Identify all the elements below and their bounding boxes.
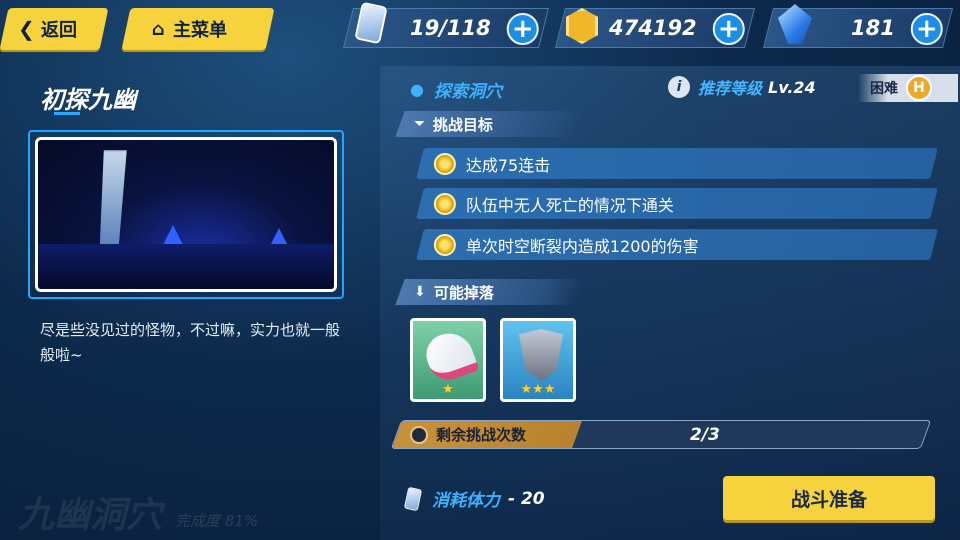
location-pin-icon: ● [410, 80, 424, 99]
cost-value: - 20 [508, 488, 545, 509]
gold-value: 474192 [609, 16, 697, 40]
medal-icon [434, 192, 456, 215]
drop-item-helmet[interactable]: ★ [410, 318, 486, 402]
objective-text: 达成75连击 [466, 155, 551, 175]
objective-item: 单次时空断裂内造成1200的伤害 [416, 229, 938, 260]
recommended-value: Lv.24 [768, 77, 816, 97]
attempts-label: 剩余挑战次数 [436, 426, 527, 444]
stage-title: 初探九幽 [40, 86, 136, 114]
attempts-row: 剩余挑战次数 [410, 424, 526, 445]
drop-stars: ★ [442, 382, 454, 397]
objectives-header: ⏷ 挑战目标 [395, 111, 585, 137]
difficulty-indicator: 困难 H [858, 74, 958, 102]
chevron-left-icon: ❮ [18, 17, 35, 41]
stamina-icon [403, 486, 423, 511]
add-stamina-button[interactable]: + [506, 13, 539, 45]
drops-title: 可能掉落 [433, 283, 494, 302]
down-arrow-icon: ⬇ [414, 284, 426, 300]
objective-item: 达成75连击 [416, 148, 938, 179]
cave-crystals [163, 225, 183, 245]
add-gold-button[interactable]: + [712, 13, 745, 45]
medal-icon [434, 233, 456, 256]
clock-icon [410, 425, 428, 444]
attempts-value: 2/3 [690, 425, 720, 445]
info-icon[interactable]: i [668, 76, 690, 98]
stamina-value: 19/118 [410, 16, 491, 40]
cost-label: 消耗体力 [432, 491, 500, 511]
main-menu-label: 主菜单 [172, 20, 227, 41]
home-icon: ⌂ [152, 18, 165, 40]
add-crystal-button[interactable]: + [910, 13, 943, 45]
recommended-label: 推荐等级 [698, 79, 763, 98]
crystal-value: 181 [851, 16, 895, 40]
title-underline [54, 112, 80, 115]
main-menu-button[interactable]: ⌂ 主菜单 [121, 8, 275, 50]
objective-item: 队伍中无人死亡的情况下通关 [416, 188, 938, 219]
completion-text: 完成度 81% [175, 512, 259, 530]
objective-text: 单次时空断裂内造成1200的伤害 [466, 236, 699, 256]
objective-text: 队伍中无人死亡的情况下通关 [466, 195, 675, 215]
cave-floor [38, 244, 334, 289]
location-name: 探索洞穴 [433, 82, 502, 102]
drop-stars: ★★★ [520, 382, 556, 397]
stage-preview-image [35, 137, 337, 292]
target-icon: ⏷ [414, 116, 426, 132]
difficulty-label: 困难 [870, 81, 898, 97]
area-name: 九幽洞穴 [18, 495, 163, 536]
recommended-level: i 推荐等级 Lv.24 [668, 75, 816, 99]
helmet-icon [420, 326, 480, 386]
location-row: ● 探索洞穴 [410, 77, 502, 102]
back-button[interactable]: ❮ 返回 [0, 8, 109, 50]
stamina-cost: 消耗体力 - 20 [403, 486, 545, 511]
objectives-title: 挑战目标 [433, 115, 494, 134]
medal-icon [434, 152, 456, 175]
stage-description: 尽是些没见过的怪物，不过嘛，实力也就一般般啦~ [40, 321, 341, 364]
drop-item-armor[interactable]: ★★★ [500, 318, 576, 402]
armor-icon [519, 329, 563, 381]
drops-header: ⬇ 可能掉落 [395, 279, 585, 305]
back-label: 返回 [40, 20, 77, 41]
battle-prepare-button[interactable]: 战斗准备 [723, 476, 935, 520]
difficulty-badge-icon: H [906, 75, 932, 101]
